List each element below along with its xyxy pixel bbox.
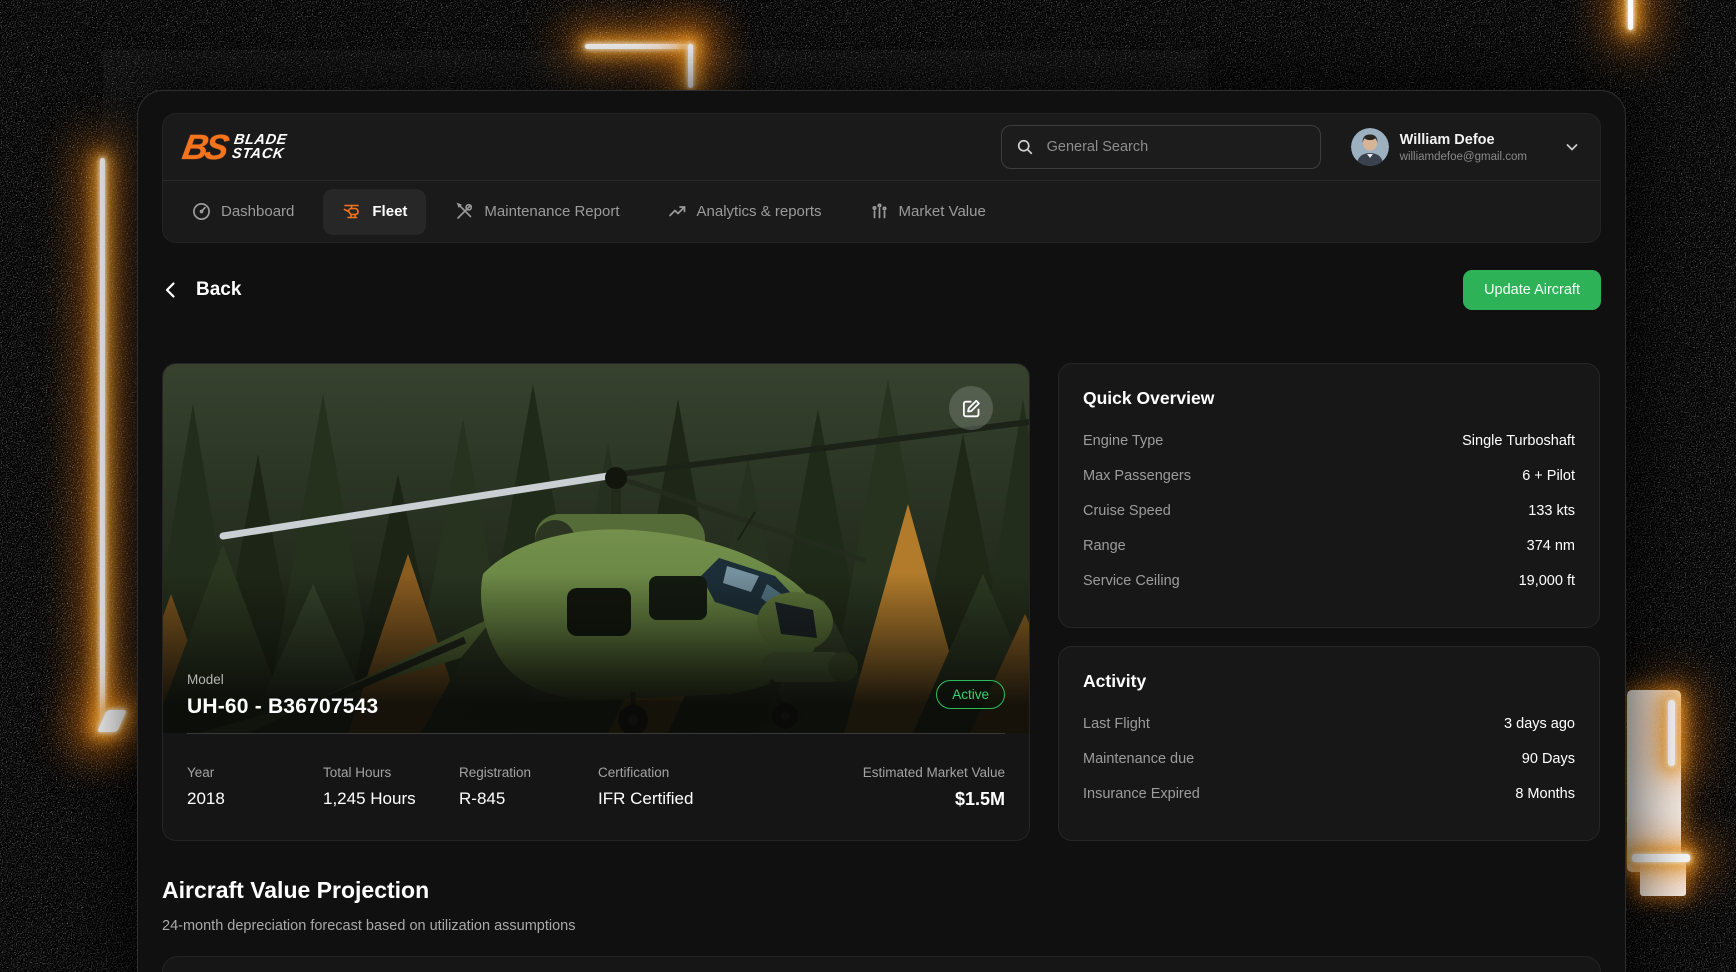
aircraft-card: Model UH-60 - B36707543 Active Year 2018… <box>162 363 1030 841</box>
edit-icon <box>961 398 982 419</box>
neon-edge-top <box>585 44 693 49</box>
side-panels: Quick Overview Engine Type Single Turbos… <box>1058 363 1600 841</box>
stat-registration: Registration R-845 <box>459 765 598 809</box>
model-label: Model <box>187 672 378 687</box>
main-nav: Dashboard Fleet Maintenance Report <box>163 180 1600 242</box>
stat-total-hours: Total Hours 1,245 Hours <box>323 765 459 809</box>
projection-chart-card <box>162 956 1601 972</box>
section-subtitle: 24-month depreciation forecast based on … <box>162 918 1601 934</box>
panel-title: Activity <box>1083 671 1575 692</box>
back-button[interactable]: Back <box>162 279 241 301</box>
chevron-down-icon[interactable] <box>1564 139 1580 155</box>
neon-edge-right <box>1668 700 1675 766</box>
activity-panel: Activity Last Flight 3 days ago Maintena… <box>1058 646 1600 841</box>
panel-title: Quick Overview <box>1083 388 1575 409</box>
brand-initials: BS <box>180 130 229 165</box>
nav-item-maintenance-report[interactable]: Maintenance Report <box>436 189 638 235</box>
user-menu[interactable]: William Defoe williamdefoe@gmail.com <box>1351 128 1580 166</box>
section-title: Aircraft Value Projection <box>162 877 1601 904</box>
screen: BS BLADE STACK <box>0 0 1736 972</box>
neon-edge-top-corner <box>688 44 693 88</box>
nav-item-fleet[interactable]: Fleet <box>323 189 426 235</box>
nav-item-dashboard[interactable]: Dashboard <box>173 189 313 235</box>
gauge-icon <box>192 202 211 221</box>
search-icon <box>1016 137 1034 157</box>
brand-logo: BS BLADE STACK <box>183 130 286 165</box>
activity-row-maintenance-due: Maintenance due 90 Days <box>1083 741 1575 776</box>
trend-up-icon <box>668 202 687 221</box>
overview-row-service-ceiling: Service Ceiling 19,000 ft <box>1083 563 1575 598</box>
neon-edge-left <box>100 158 105 728</box>
overview-row-max-passengers: Max Passengers 6 + Pilot <box>1083 458 1575 493</box>
activity-row-last-flight: Last Flight 3 days ago <box>1083 706 1575 741</box>
stat-certification: Certification IFR Certified <box>598 765 768 809</box>
activity-row-insurance-expired: Insurance Expired 8 Months <box>1083 776 1575 811</box>
quick-overview-panel: Quick Overview Engine Type Single Turbos… <box>1058 363 1600 628</box>
search-box <box>1001 125 1321 169</box>
neon-edge-top-right <box>1628 0 1633 30</box>
stat-year: Year 2018 <box>187 765 323 809</box>
backdrop-white-block <box>1640 862 1686 896</box>
overview-row-cruise-speed: Cruise Speed 133 kts <box>1083 493 1575 528</box>
status-badge: Active <box>936 680 1005 709</box>
aircraft-stats: Year 2018 Total Hours 1,245 Hours Regist… <box>187 733 1005 840</box>
tools-icon <box>455 202 474 221</box>
content: Model UH-60 - B36707543 Active Year 2018… <box>162 363 1601 841</box>
nav-item-analytics-reports[interactable]: Analytics & reports <box>649 189 841 235</box>
neon-edge-right-lower <box>1632 854 1690 862</box>
model-name: UH-60 - B36707543 <box>187 695 378 719</box>
update-aircraft-button[interactable]: Update Aircraft <box>1463 270 1601 310</box>
avatar <box>1351 128 1389 166</box>
edit-photo-button[interactable] <box>949 386 993 430</box>
header: BS BLADE STACK <box>162 113 1601 243</box>
search-input[interactable] <box>1045 138 1306 156</box>
aircraft-photo: Model UH-60 - B36707543 Active <box>163 364 1029 733</box>
brand-wordmark: BLADE STACK <box>231 134 288 161</box>
nav-item-market-value[interactable]: Market Value <box>851 189 1005 235</box>
user-email: williamdefoe@gmail.com <box>1400 151 1527 163</box>
bar-chart-icon <box>870 202 889 221</box>
overview-row-range: Range 374 nm <box>1083 528 1575 563</box>
value-projection-section: Aircraft Value Projection 24-month depre… <box>162 877 1601 972</box>
overview-row-engine-type: Engine Type Single Turboshaft <box>1083 423 1575 458</box>
helicopter-icon <box>342 202 362 222</box>
toolbar: Back Update Aircraft <box>162 269 1601 311</box>
app-window: BS BLADE STACK <box>137 90 1626 972</box>
user-name: William Defoe <box>1400 132 1527 148</box>
chevron-left-icon <box>162 280 180 300</box>
stat-market-value: Estimated Market Value $1.5M <box>863 765 1005 810</box>
